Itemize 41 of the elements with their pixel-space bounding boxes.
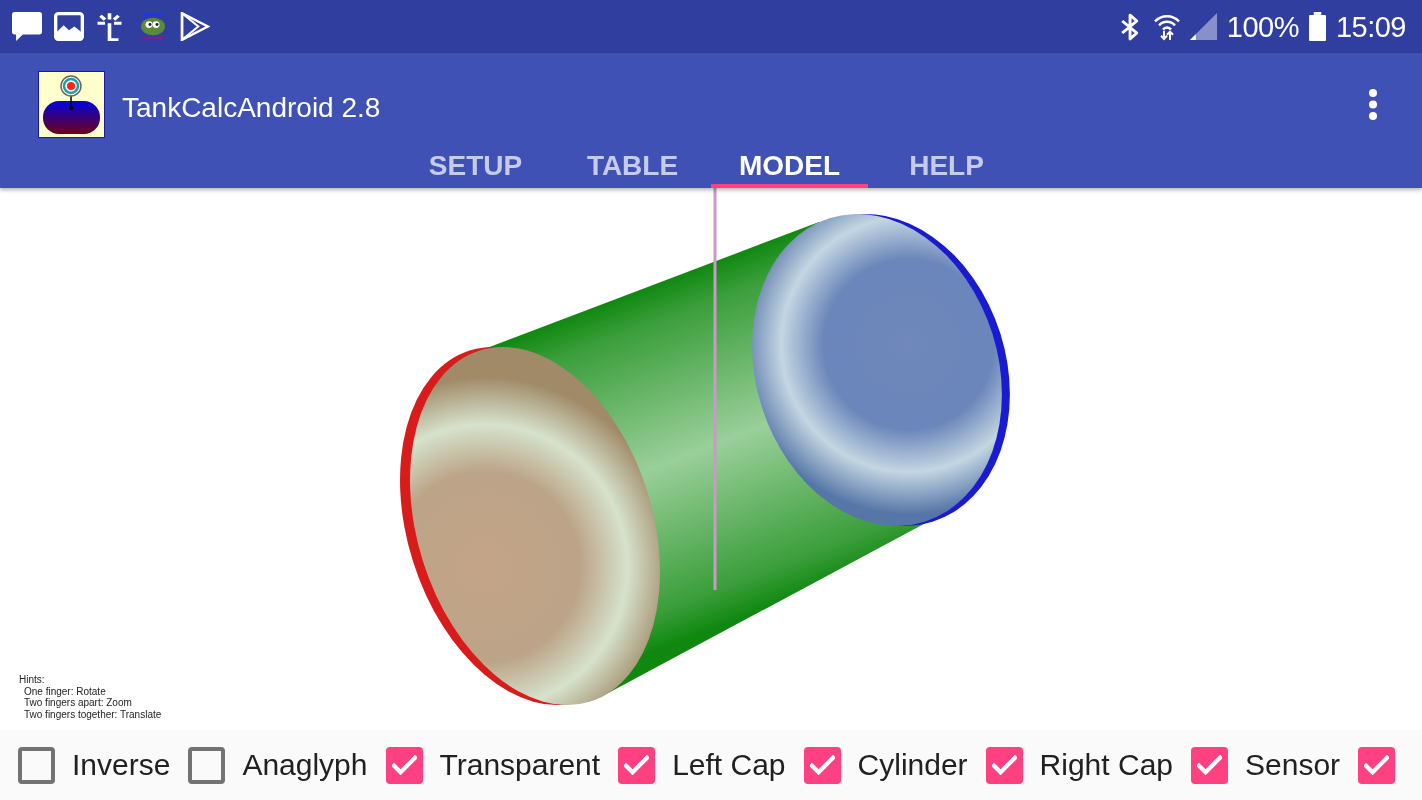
checkbox-label: Sensor bbox=[1245, 748, 1341, 782]
hint-text: Two fingers together: Translate bbox=[23, 708, 162, 720]
checkbox-label: Right Cap bbox=[1039, 748, 1173, 782]
tab[interactable]: HELP bbox=[868, 143, 1025, 188]
checkbox[interactable] bbox=[618, 746, 656, 784]
image-icon bbox=[54, 12, 84, 41]
checkbox-label: Left Cap bbox=[672, 748, 786, 782]
checkbox[interactable] bbox=[188, 746, 226, 784]
checkbox[interactable] bbox=[385, 746, 423, 784]
signal-icon bbox=[1189, 13, 1217, 40]
bluetooth-icon bbox=[1119, 12, 1139, 41]
wifi-icon bbox=[1153, 12, 1180, 41]
hints-title: Hints: bbox=[19, 674, 46, 686]
app-title: TankCalcAndroid 2.8 bbox=[122, 91, 381, 125]
checkbox[interactable] bbox=[18, 746, 55, 784]
checkmark-icon bbox=[809, 755, 835, 775]
checkbox[interactable] bbox=[1191, 746, 1228, 784]
checkmark-icon bbox=[991, 755, 1017, 775]
tab[interactable]: TABLE bbox=[554, 143, 711, 188]
cartoon-face-icon bbox=[138, 12, 168, 41]
overflow-menu-icon bbox=[1369, 89, 1377, 120]
checkmark-icon bbox=[1197, 755, 1222, 775]
tank-logo-icon bbox=[38, 71, 105, 138]
message-icon bbox=[12, 12, 42, 41]
battery-icon bbox=[1308, 12, 1326, 41]
tab[interactable]: SETUP bbox=[397, 143, 554, 188]
checkbox-label: Inverse bbox=[72, 748, 171, 782]
checkbox-label: Cylinder bbox=[857, 748, 968, 782]
hint-text: Two fingers apart: Zoom bbox=[23, 697, 133, 709]
checkmark-icon bbox=[624, 755, 650, 775]
clock-time: 15:09 bbox=[1335, 9, 1406, 44]
battery-percentage: 100% bbox=[1226, 9, 1299, 44]
play-icon bbox=[180, 12, 210, 41]
checkmark-icon bbox=[391, 755, 417, 775]
checkmark-icon bbox=[1364, 755, 1390, 775]
checkbox-label: Anaglyph bbox=[242, 748, 368, 782]
checkbox[interactable] bbox=[985, 746, 1023, 784]
hint-text: One finger: Rotate bbox=[23, 685, 107, 697]
checkbox[interactable] bbox=[1358, 746, 1396, 784]
checkbox-label: Transparent bbox=[439, 748, 601, 782]
checkbox[interactable] bbox=[803, 746, 841, 784]
